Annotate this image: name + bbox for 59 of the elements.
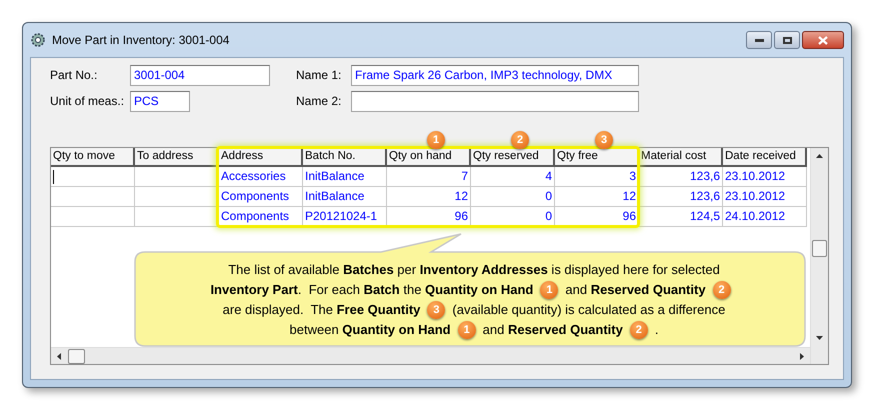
number-badge: 1: [427, 130, 445, 149]
table-cell: InitBalance: [303, 187, 387, 207]
column-header[interactable]: Address: [219, 148, 303, 167]
column-header[interactable]: Qty free: [555, 148, 639, 167]
callout-text: The list of available Batches per Inventory Addresses is displayed here for selected: [228, 261, 720, 280]
callout-text: Inventory Part. For each Batch the Quantity on Hand: [210, 281, 534, 300]
table-cell: 124,5: [639, 207, 723, 227]
scroll-thumb[interactable]: [68, 348, 85, 364]
table-cell: 12: [555, 187, 639, 207]
callout-text: and Reserved Quantity: [565, 281, 706, 300]
window-title: Move Part in Inventory: 3001-004: [52, 32, 230, 49]
table-cell: 3: [555, 167, 639, 187]
field-label: Unit of meas.:: [50, 93, 126, 110]
vertical-scrollbar[interactable]: [810, 148, 828, 364]
gear-icon: [30, 32, 46, 48]
callout-text: between Quantity on Hand: [290, 321, 451, 340]
column-header[interactable]: Material cost: [639, 148, 723, 167]
table-cell: 23.10.2012: [723, 167, 807, 187]
table-cell: 4: [471, 167, 555, 187]
number-badge: 2: [511, 130, 529, 149]
text-field[interactable]: PCS: [130, 90, 190, 112]
callout-text: and Reserved Quantity: [482, 321, 623, 340]
column-header[interactable]: Qty to move: [51, 148, 135, 167]
table-cell: 96: [387, 207, 471, 227]
horizontal-scrollbar[interactable]: [51, 347, 810, 364]
column-header[interactable]: Batch No.: [303, 148, 387, 167]
text-field[interactable]: 3001-004: [130, 64, 270, 86]
table-cell: P20121024-1: [303, 207, 387, 227]
table-cell: Accessories: [219, 167, 303, 187]
field-label: Name 2:: [296, 93, 342, 110]
column-header[interactable]: To address: [135, 148, 219, 167]
maximize-button[interactable]: [774, 31, 800, 49]
close-button[interactable]: [802, 31, 844, 49]
scroll-thumb[interactable]: [812, 240, 827, 257]
column-header[interactable]: Qty on hand: [387, 148, 471, 167]
table-cell: 23.10.2012: [723, 187, 807, 207]
table-cell: 0: [471, 187, 555, 207]
table-cell: 24.10.2012: [723, 207, 807, 227]
callout-text: .: [654, 321, 658, 340]
number-badge: 3: [595, 130, 613, 149]
table-cell: 123,6: [639, 167, 723, 187]
table-cell: Components: [219, 187, 303, 207]
table-cell: 7: [387, 167, 471, 187]
column-header[interactable]: Date received: [723, 148, 807, 167]
text-field[interactable]: Frame Spark 26 Carbon, IMP3 technology, DMX: [351, 64, 639, 86]
close-icon: [818, 36, 828, 44]
callout-text: are displayed. The Free Quantity: [222, 301, 420, 320]
text-field[interactable]: [351, 90, 639, 112]
table-cell: Components: [219, 207, 303, 227]
callout-text: (available quantity) is calculated as a difference: [452, 301, 726, 320]
minimize-button[interactable]: [746, 31, 772, 49]
field-label: Part No.:: [50, 67, 98, 84]
table-cell: 123,6: [639, 187, 723, 207]
table-cell: InitBalance: [303, 167, 387, 187]
table-cell: 96: [555, 207, 639, 227]
field-label: Name 1:: [296, 67, 342, 84]
table-cell: 0: [471, 207, 555, 227]
table-cell: 12: [387, 187, 471, 207]
column-header[interactable]: Qty reserved: [471, 148, 555, 167]
